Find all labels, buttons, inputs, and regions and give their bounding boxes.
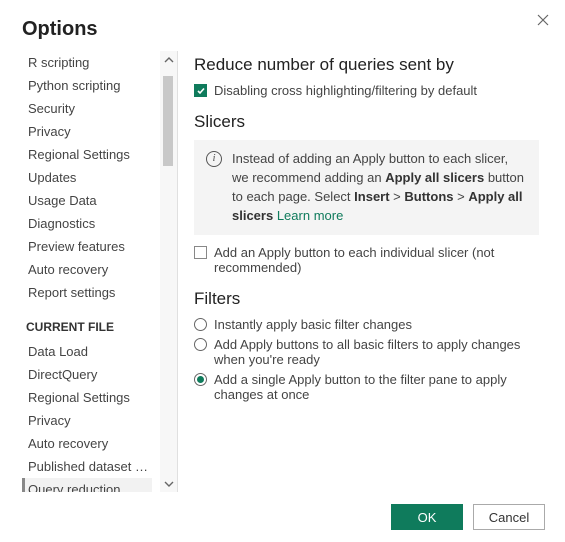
dialog-footer: OK Cancel (22, 492, 545, 530)
sidebar-item-auto-recovery[interactable]: Auto recovery (22, 258, 152, 281)
sidebar-item-updates[interactable]: Updates (22, 166, 152, 189)
sidebar-item-security[interactable]: Security (22, 97, 152, 120)
filter-option-each-label: Add Apply buttons to all basic filters t… (214, 337, 539, 367)
disable-cross-highlight-row[interactable]: Disabling cross highlighting/filtering b… (194, 83, 539, 98)
filter-option-single-label: Add a single Apply button to the filter … (214, 372, 539, 402)
sidebar-scrollbar[interactable] (160, 51, 177, 492)
options-dialog: Options R scripting Python scripting Sec… (0, 0, 565, 542)
slicer-info-text: Instead of adding an Apply button to eac… (232, 150, 527, 225)
sidebar-item-file-auto-recovery[interactable]: Auto recovery (22, 432, 152, 455)
scroll-track[interactable] (160, 68, 177, 475)
sidebar-item-privacy[interactable]: Privacy (22, 120, 152, 143)
titlebar: Options (22, 18, 545, 41)
sidebar-item-preview-features[interactable]: Preview features (22, 235, 152, 258)
filter-option-single[interactable]: Add a single Apply button to the filter … (194, 372, 539, 402)
slicer-info-gt2: > (454, 189, 469, 204)
radio-icon[interactable] (194, 338, 207, 351)
sidebar-item-file-privacy[interactable]: Privacy (22, 409, 152, 432)
slicer-info-bold2: Insert (354, 189, 389, 204)
slicer-info-gt1: > (390, 189, 405, 204)
dialog-title: Options (22, 18, 98, 41)
slicer-apply-button-row[interactable]: Add an Apply button to each individual s… (194, 245, 539, 275)
radio-icon[interactable] (194, 373, 207, 386)
info-icon: i (206, 151, 222, 167)
learn-more-link[interactable]: Learn more (277, 208, 343, 223)
slicers-heading: Slicers (194, 112, 539, 132)
filter-option-each[interactable]: Add Apply buttons to all basic filters t… (194, 337, 539, 367)
sidebar: R scripting Python scripting Security Pr… (22, 51, 178, 492)
sidebar-item-diagnostics[interactable]: Diagnostics (22, 212, 152, 235)
sidebar-item-file-regional-settings[interactable]: Regional Settings (22, 386, 152, 409)
filter-option-instant-label: Instantly apply basic filter changes (214, 317, 412, 332)
ok-button[interactable]: OK (391, 504, 463, 530)
chevron-down-icon[interactable] (160, 475, 177, 492)
sidebar-item-report-settings[interactable]: Report settings (22, 281, 152, 304)
filter-option-instant[interactable]: Instantly apply basic filter changes (194, 317, 539, 332)
sidebar-heading-current-file: CURRENT FILE (26, 320, 160, 334)
sidebar-list: R scripting Python scripting Security Pr… (22, 51, 160, 492)
sidebar-item-r-scripting[interactable]: R scripting (22, 51, 152, 74)
filters-heading: Filters (194, 289, 539, 309)
checkbox-icon[interactable] (194, 84, 207, 97)
slicer-info-box: i Instead of adding an Apply button to e… (194, 140, 539, 235)
chevron-up-icon[interactable] (160, 51, 177, 68)
sidebar-item-python-scripting[interactable]: Python scripting (22, 74, 152, 97)
content-pane: Reduce number of queries sent by Disabli… (178, 51, 545, 492)
radio-icon[interactable] (194, 318, 207, 331)
sidebar-item-data-load[interactable]: Data Load (22, 340, 152, 363)
sidebar-item-regional-settings[interactable]: Regional Settings (22, 143, 152, 166)
cancel-button[interactable]: Cancel (473, 504, 545, 530)
dialog-body: R scripting Python scripting Security Pr… (22, 51, 545, 492)
disable-cross-highlight-label: Disabling cross highlighting/filtering b… (214, 83, 477, 98)
checkbox-icon[interactable] (194, 246, 207, 259)
slicer-apply-button-label: Add an Apply button to each individual s… (214, 245, 539, 275)
sidebar-item-usage-data[interactable]: Usage Data (22, 189, 152, 212)
sidebar-item-query-reduction[interactable]: Query reduction (22, 478, 152, 492)
sidebar-item-directquery[interactable]: DirectQuery (22, 363, 152, 386)
close-icon[interactable] (535, 12, 551, 28)
slicer-info-bold1: Apply all slicers (385, 170, 484, 185)
scroll-thumb[interactable] (163, 76, 173, 166)
slicer-info-bold3: Buttons (404, 189, 453, 204)
sidebar-item-published-dataset[interactable]: Published dataset set... (22, 455, 152, 478)
reduce-heading: Reduce number of queries sent by (194, 55, 539, 75)
